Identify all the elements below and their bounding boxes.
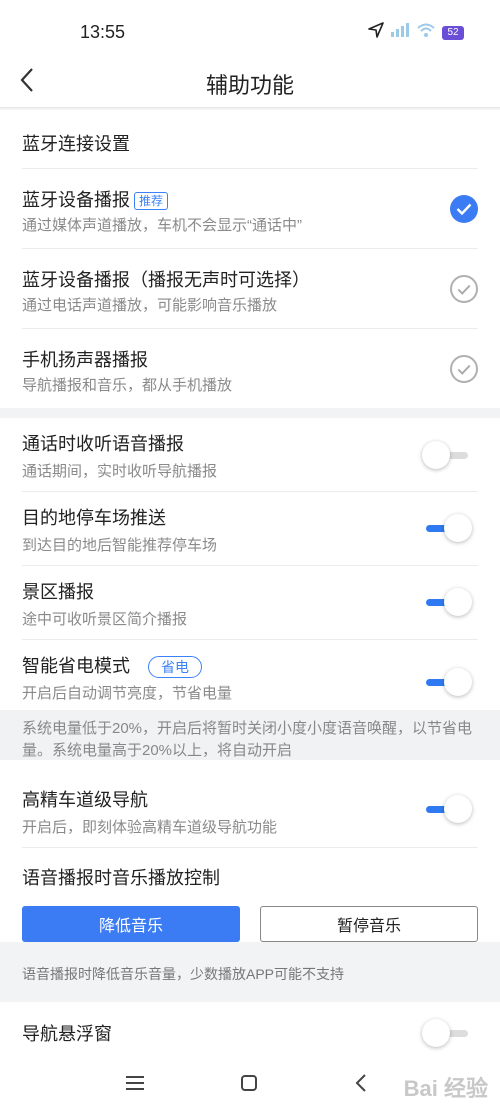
status-bar: 13:55 52 [0, 0, 500, 58]
menu-icon[interactable] [120, 1069, 150, 1097]
option-desc: 通过媒体声道播放，车机不会显示“通话中” [22, 217, 302, 234]
divider [22, 847, 478, 848]
divider [22, 639, 478, 640]
battery-icon: 52 [442, 25, 464, 40]
toggle-parking-push[interactable] [422, 513, 472, 543]
divider [22, 168, 478, 169]
setting-desc: 开启后，即刻体验高精车道级导航功能 [22, 819, 278, 836]
status-icons: 52 [368, 22, 464, 43]
toggle-scenic-broadcast[interactable] [422, 587, 472, 617]
music-control-title: 语音播报时音乐播放控制 [22, 868, 220, 888]
option-desc: 导航播报和音乐，都从手机播放 [22, 377, 233, 394]
music-control-hint: 语音播报时降低音乐音量，少数播放APP可能不支持 [0, 942, 500, 1002]
setting-title: 高精车道级导航 [22, 790, 148, 810]
setting-title: 导航悬浮窗 [22, 1024, 112, 1044]
status-time: 13:55 [80, 22, 126, 42]
section-title-bluetooth: 蓝牙连接设置 [22, 134, 130, 154]
setting-title: 智能省电模式 [22, 656, 130, 676]
setting-title: 景区播报 [22, 582, 94, 602]
toggle-call-voice[interactable] [422, 440, 472, 470]
power-saving-note: 系统电量低于20%，开启后将暂时关闭小度小度语音唤醒，以节省电量。系统电量高于2… [0, 710, 500, 760]
setting-desc: 途中可收听景区简介播报 [22, 611, 188, 628]
option-title: 手机扬声器播报 [22, 350, 148, 370]
option-title: 蓝牙设备播报 [22, 190, 130, 210]
watermark-logo: Bai 经验 [403, 1076, 488, 1101]
feature-settings-card: 通话时收听语音播报 通话期间，实时收听导航播报 目的地停车场推送 到达目的地后智… [0, 418, 500, 1055]
toggle-power-saving[interactable] [422, 667, 472, 697]
back-triangle-icon[interactable] [346, 1069, 376, 1097]
setting-desc: 到达目的地后智能推荐停车场 [22, 537, 218, 554]
setting-title: 目的地停车场推送 [22, 508, 166, 528]
divider [22, 491, 478, 492]
bluetooth-settings-card: 蓝牙连接设置 蓝牙设备播报 推荐 通过媒体声道播放，车机不会显示“通话中” 蓝牙设… [0, 110, 500, 408]
pause-music-button[interactable]: 暂停音乐 [260, 906, 478, 942]
location-arrow-icon [368, 22, 384, 43]
system-nav-bar: Bai 经验 [0, 1055, 500, 1111]
power-saving-tag: 省电 [148, 656, 202, 679]
toggle-floating-window[interactable] [422, 1018, 472, 1048]
divider [22, 248, 478, 249]
divider [22, 328, 478, 329]
recommend-tag: 推荐 [134, 192, 169, 211]
wifi-icon [416, 22, 436, 43]
option-desc: 通过电话声道播放，可能影响音乐播放 [22, 297, 278, 314]
check-circle-icon[interactable] [450, 275, 478, 303]
toggle-hd-lane-nav[interactable] [422, 794, 472, 824]
top-app-bar: 辅助功能 [0, 58, 500, 108]
setting-desc: 通话期间，实时收听导航播报 [22, 463, 218, 480]
signal-icon [390, 22, 410, 43]
option-title: 蓝牙设备播报（播报无声时可选择） [22, 270, 310, 290]
home-square-icon[interactable] [234, 1069, 264, 1097]
page-title: 辅助功能 [205, 73, 294, 98]
lower-music-button[interactable]: 降低音乐 [22, 906, 240, 942]
setting-title: 通话时收听语音播报 [22, 434, 184, 454]
setting-desc: 开启后自动调节亮度，节省电量 [22, 685, 233, 702]
check-circle-icon[interactable] [450, 195, 478, 223]
divider [22, 565, 478, 566]
check-circle-icon[interactable] [450, 355, 478, 383]
